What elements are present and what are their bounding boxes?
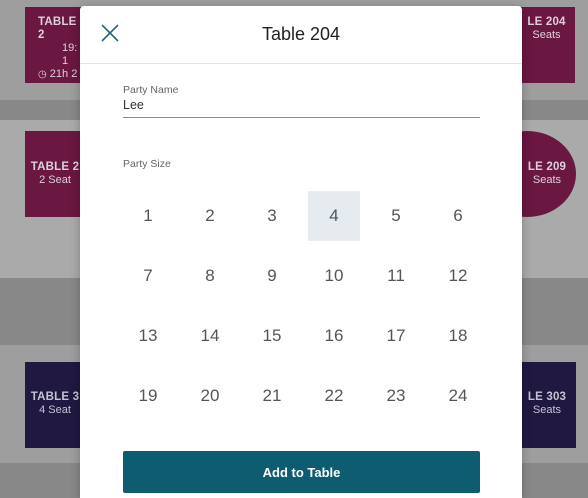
party-size-option[interactable]: 21 (246, 371, 298, 421)
party-size-grid: 1 2 3 4 5 6 7 8 9 10 11 12 13 14 15 16 1… (117, 191, 489, 421)
party-size-option[interactable]: 24 (432, 371, 484, 421)
party-size-option[interactable]: 19 (122, 371, 174, 421)
party-size-option[interactable]: 20 (184, 371, 236, 421)
party-name-field: Party Name (123, 84, 480, 118)
party-size-option[interactable]: 4 (308, 191, 360, 241)
party-size-option[interactable]: 10 (308, 251, 360, 301)
modal-title: Table 204 (261, 24, 341, 44)
party-size-option[interactable]: 14 (184, 311, 236, 361)
party-size-label: Party Size (123, 158, 171, 170)
party-size-option[interactable]: 5 (370, 191, 422, 241)
party-size-option[interactable]: 15 (246, 311, 298, 361)
modal-header: Table 204 (80, 6, 522, 64)
party-size-option[interactable]: 3 (246, 191, 298, 241)
party-size-option[interactable]: 13 (122, 311, 174, 361)
party-size-option[interactable]: 12 (432, 251, 484, 301)
party-size-option[interactable]: 16 (308, 311, 360, 361)
party-size-option[interactable]: 17 (370, 311, 422, 361)
party-size-option[interactable]: 7 (122, 251, 174, 301)
party-size-option[interactable]: 1 (122, 191, 174, 241)
add-party-modal: Table 204 Party Name Party Size 1 2 3 4 … (80, 6, 522, 498)
party-name-input[interactable] (123, 97, 480, 118)
add-to-table-button[interactable]: Add to Table (123, 451, 480, 493)
party-name-label: Party Name (123, 84, 179, 96)
party-size-option[interactable]: 2 (184, 191, 236, 241)
party-size-option[interactable]: 22 (308, 371, 360, 421)
party-size-option[interactable]: 9 (246, 251, 298, 301)
party-size-option[interactable]: 23 (370, 371, 422, 421)
party-size-option[interactable]: 6 (432, 191, 484, 241)
party-size-option[interactable]: 18 (432, 311, 484, 361)
party-size-option[interactable]: 8 (184, 251, 236, 301)
party-size-option[interactable]: 11 (370, 251, 422, 301)
party-size-field: Party Size (123, 158, 480, 170)
